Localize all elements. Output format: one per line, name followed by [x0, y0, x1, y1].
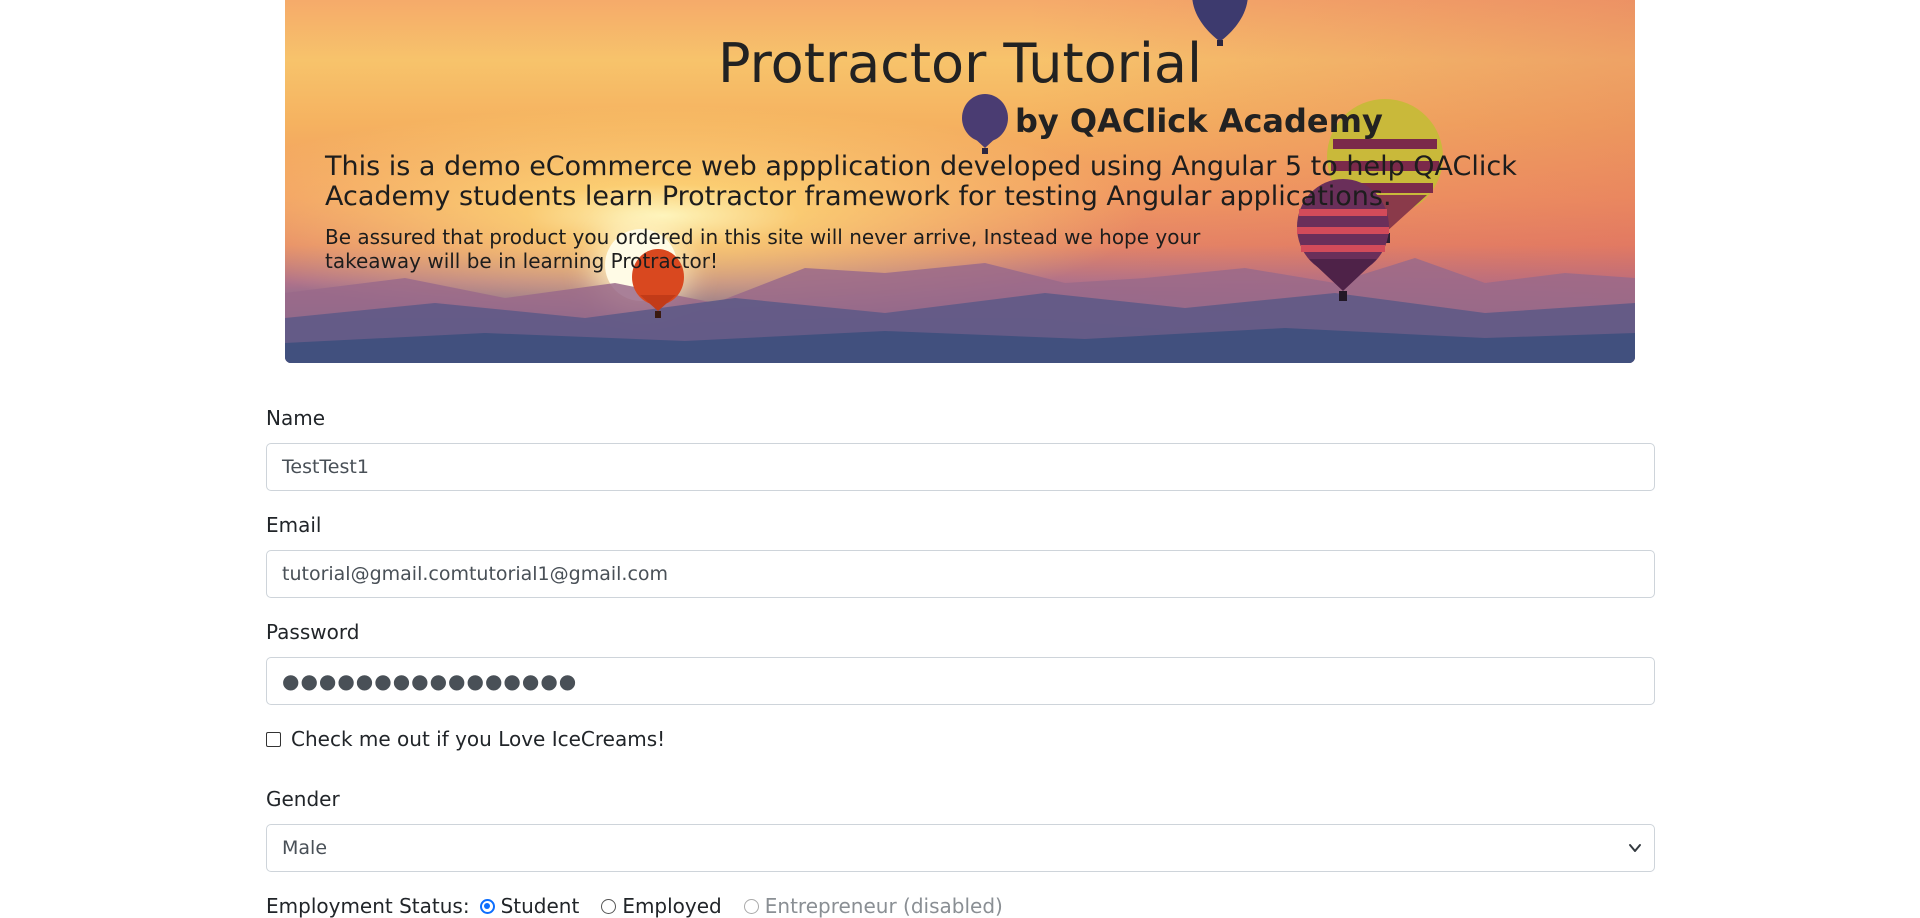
radio-entrepreneur	[743, 898, 759, 914]
page-title: Protractor Tutorial	[718, 32, 1202, 95]
gender-select[interactable]: Male	[266, 824, 1655, 872]
employment-status-label: Employment Status:	[266, 894, 470, 918]
hero-note-text: Be assured that product you ordered in t…	[325, 225, 1201, 273]
icecream-checkbox-label: Check me out if you Love IceCreams!	[291, 727, 666, 751]
icecream-checkbox[interactable]	[266, 731, 281, 747]
page-subtitle: by QAClick Academy	[1015, 102, 1383, 140]
employment-status-row: Employment Status: Student Employed Entr…	[266, 894, 1003, 918]
icecream-checkbox-row[interactable]: Check me out if you Love IceCreams!	[266, 727, 665, 751]
chevron-down-icon	[1629, 844, 1641, 852]
balloon-center-graphic	[962, 94, 1008, 154]
radio-employed[interactable]	[601, 898, 617, 914]
name-input[interactable]: TestTest1	[266, 443, 1655, 491]
radio-student-label: Student	[500, 894, 580, 918]
name-label: Name	[266, 406, 326, 430]
email-label: Email	[266, 513, 322, 537]
radio-entrepreneur-label: Entrepreneur (disabled)	[764, 894, 1003, 918]
password-input[interactable]: ●●●●●●●●●●●●●●●●	[266, 657, 1655, 705]
gender-label: Gender	[266, 787, 340, 811]
password-label: Password	[266, 620, 360, 644]
email-input[interactable]: tutorial@gmail.comtutorial1@gmail.com	[266, 550, 1655, 598]
hero-lead-text: This is a demo eCommerce web appplicatio…	[325, 151, 1517, 212]
hero-banner: Protractor Tutorial by QAClick Academy T…	[285, 0, 1635, 363]
gender-selected-value: Male	[282, 837, 328, 859]
radio-student[interactable]	[479, 898, 495, 914]
radio-employed-label: Employed	[622, 894, 722, 918]
